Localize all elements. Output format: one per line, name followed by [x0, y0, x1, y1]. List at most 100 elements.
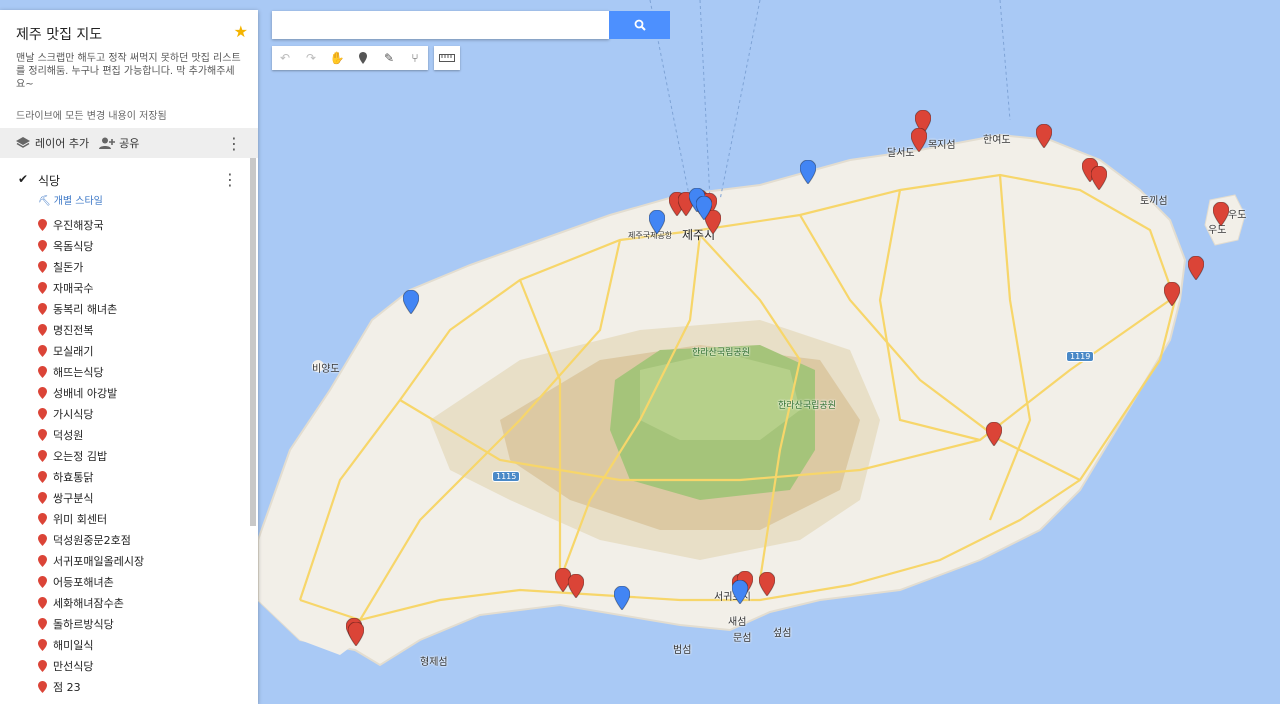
place-list-item[interactable]: 칠돈가	[38, 256, 144, 277]
layer-checkbox[interactable]: ✔	[18, 172, 28, 186]
marker-icon	[38, 638, 47, 651]
place-list-item[interactable]: 만선식당	[38, 655, 144, 676]
panel-toolbar: 레이어 추가 공유 ⋮	[0, 128, 258, 158]
marker-icon	[38, 239, 47, 252]
marker-icon	[38, 575, 47, 588]
marker-icon	[38, 470, 47, 483]
label-seopseom: 섶섬	[773, 628, 792, 639]
place-list-item[interactable]: 가시식당	[38, 403, 144, 424]
marker-icon	[38, 260, 47, 273]
add-layer-button[interactable]: 레이어 추가	[16, 135, 89, 151]
place-list-item[interactable]: 해미일식	[38, 634, 144, 655]
label-hallasan-1: 한라산국립공원	[692, 348, 750, 358]
marker-icon	[38, 554, 47, 567]
hand-icon[interactable]: ✋	[324, 46, 350, 70]
place-name: 동복리 해녀촌	[53, 302, 118, 316]
place-list-item[interactable]: 해뜨는식당	[38, 361, 144, 382]
place-list-item[interactable]: 어등포해녀촌	[38, 571, 144, 592]
marker-icon	[38, 491, 47, 504]
place-list-item[interactable]: 점 23	[38, 676, 144, 697]
place-list-item[interactable]: 위미 회센터	[38, 508, 144, 529]
place-name: 세화해녀잠수촌	[53, 596, 124, 610]
map-marker[interactable]	[1035, 123, 1053, 152]
map-marker[interactable]	[731, 579, 749, 608]
map-options-icon[interactable]: ⋮	[226, 134, 242, 153]
search-input[interactable]	[272, 11, 609, 39]
place-name: 우진해장국	[53, 218, 104, 232]
paint-roller-icon: ⛏	[38, 196, 51, 207]
label-beomseom: 범섬	[673, 645, 692, 656]
place-list-item[interactable]: 돌하르방식당	[38, 613, 144, 634]
place-name: 덕성원	[53, 428, 84, 442]
place-list-item[interactable]: 오는정 김밥	[38, 445, 144, 466]
map-marker[interactable]	[1212, 201, 1230, 230]
map-marker[interactable]	[1090, 165, 1108, 194]
marker-icon	[38, 386, 47, 399]
ruler-icon[interactable]	[434, 46, 460, 70]
place-list-item[interactable]: 자매국수	[38, 277, 144, 298]
share-label: 공유	[119, 137, 140, 150]
panel-scrollbar[interactable]	[250, 158, 256, 526]
map-marker[interactable]	[985, 421, 1003, 450]
place-list-item[interactable]: 옥돔식당	[38, 235, 144, 256]
map-marker[interactable]	[1187, 255, 1205, 284]
map-marker[interactable]	[347, 621, 365, 650]
place-name: 옥돔식당	[53, 239, 94, 253]
place-name: 해미일식	[53, 638, 94, 652]
place-list-item[interactable]: 덕성원	[38, 424, 144, 445]
marker-icon	[38, 302, 47, 315]
label-hanyeodo: 한여도	[983, 135, 1011, 146]
marker-icon	[38, 512, 47, 525]
map-marker[interactable]	[910, 127, 928, 156]
place-name: 쌍구분식	[53, 491, 94, 505]
marker-icon	[38, 449, 47, 462]
draw-line-icon[interactable]: ✎	[376, 46, 402, 70]
marker-icon	[38, 407, 47, 420]
share-button[interactable]: 공유	[99, 135, 139, 151]
redo-icon[interactable]: ↷	[298, 46, 324, 70]
map-title[interactable]: 제주 맛집 지도	[16, 24, 242, 44]
label-mokjiseom: 목지섬	[928, 140, 956, 151]
layer-name[interactable]: 식당	[38, 172, 60, 189]
star-icon[interactable]: ★	[234, 22, 248, 41]
label-munseom: 문섬	[733, 633, 752, 644]
place-list-item[interactable]: 성배네 아강발	[38, 382, 144, 403]
place-list-item[interactable]: 우진해장국	[38, 214, 144, 235]
map-marker[interactable]	[402, 289, 420, 318]
map-marker[interactable]	[799, 159, 817, 188]
place-name: 성배네 아강발	[53, 386, 118, 400]
map-marker[interactable]	[648, 209, 666, 238]
place-list-item[interactable]: 하효통닭	[38, 466, 144, 487]
marker-icon[interactable]	[350, 46, 376, 70]
place-name: 명진전복	[53, 323, 94, 337]
map-marker[interactable]	[695, 195, 713, 224]
label-saeseom: 새섬	[728, 617, 747, 628]
marker-icon	[38, 659, 47, 672]
add-layer-label: 레이어 추가	[35, 137, 90, 150]
place-list: 우진해장국옥돔식당칠돈가 자매국수동복리 해녀촌명진전복모실래기 해뜨는식당성배네 …	[38, 214, 144, 697]
place-list-item[interactable]: 동복리 해녀촌	[38, 298, 144, 319]
label-hyeongjeseom: 형제섬	[420, 657, 448, 668]
place-list-item[interactable]: 모실래기	[38, 340, 144, 361]
map-description[interactable]: 맨날 스크랩만 해두고 정작 써먹지 못하던 맛집 리스트를 정리해둠. 누구나…	[16, 52, 242, 91]
place-list-item[interactable]: 세화해녀잠수촌	[38, 592, 144, 613]
map-marker[interactable]	[758, 571, 776, 600]
place-list-item[interactable]: 덕성원중문2호점	[38, 529, 144, 550]
map-tools: ↶ ↷ ✋ ✎ ⑂	[272, 46, 466, 70]
layer-options-icon[interactable]: ⋮	[222, 170, 238, 189]
place-name: 점 23	[53, 680, 81, 694]
individual-style-link[interactable]: ⛏ 개별 스타일	[38, 192, 103, 207]
road-shield-1119: 1119	[1066, 351, 1095, 362]
map-marker[interactable]	[1163, 281, 1181, 310]
search-button[interactable]	[609, 11, 670, 39]
map-marker[interactable]	[567, 573, 585, 602]
place-list-item[interactable]: 쌍구분식	[38, 487, 144, 508]
search-icon	[634, 19, 646, 31]
place-name: 덕성원중문2호점	[53, 533, 131, 547]
directions-icon[interactable]: ⑂	[402, 46, 428, 70]
place-list-item[interactable]: 명진전복	[38, 319, 144, 340]
undo-icon[interactable]: ↶	[272, 46, 298, 70]
place-list-item[interactable]: 서귀포매일올레시장	[38, 550, 144, 571]
map-marker[interactable]	[613, 585, 631, 614]
marker-icon	[38, 344, 47, 357]
